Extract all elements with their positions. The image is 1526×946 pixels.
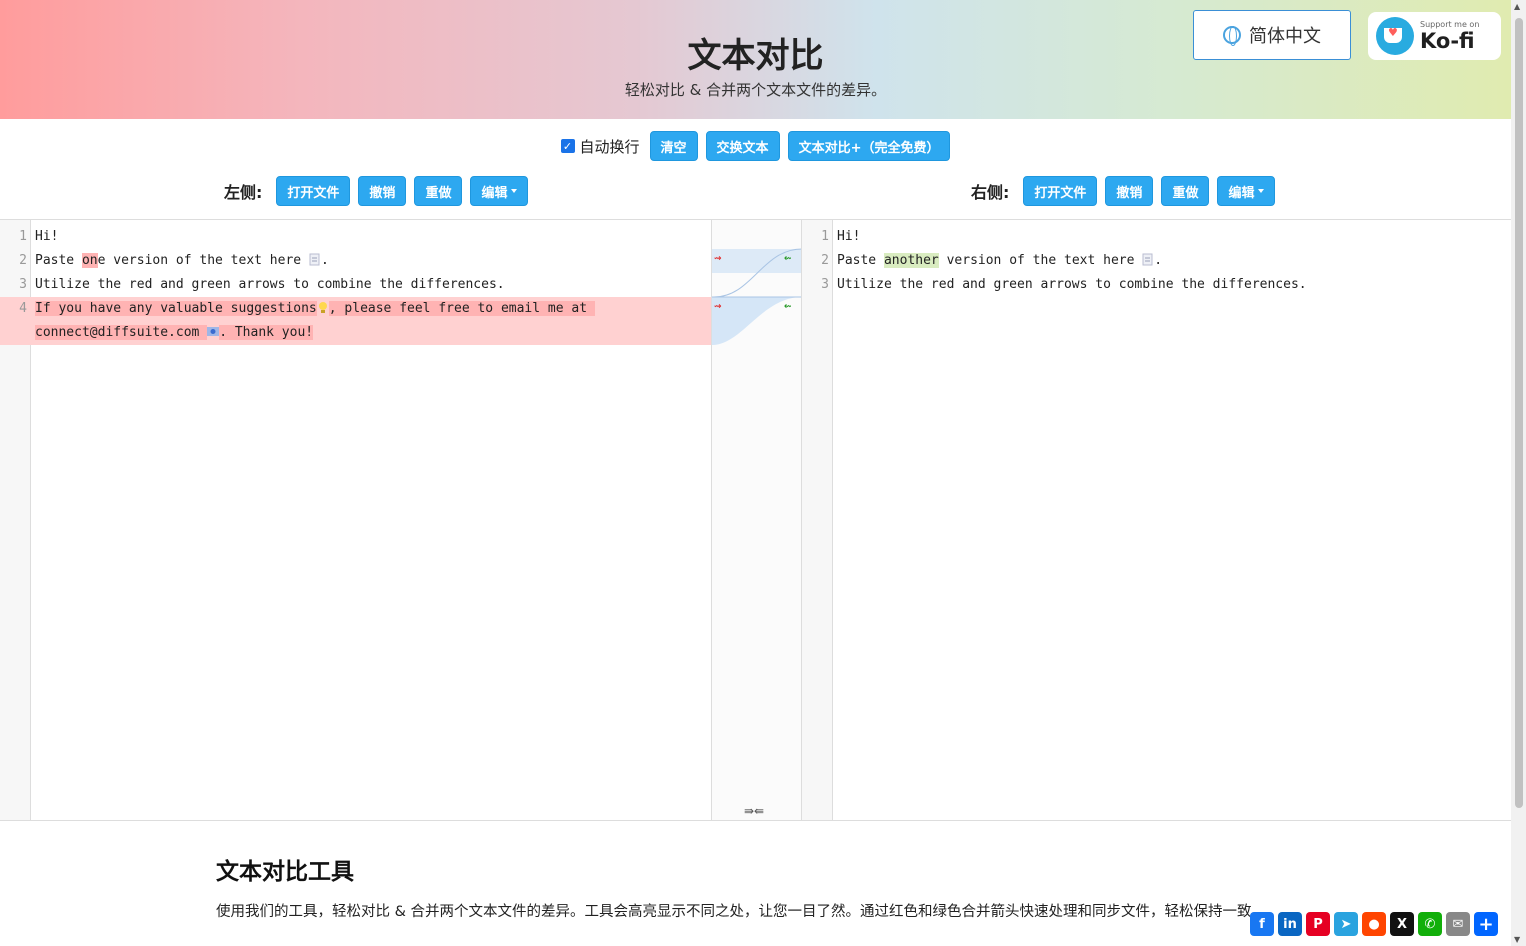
left-line-4[interactable]: 4 If you have any valuable suggestions , … bbox=[0, 297, 711, 345]
telegram-icon[interactable]: ➤ bbox=[1334, 912, 1358, 936]
diff-editors: 1 Hi! 2 Paste one version of the text he… bbox=[0, 219, 1511, 821]
main-toolbar: ✓ 自动换行 清空 交换文本 文本对比+（完全免费） bbox=[0, 131, 1511, 161]
language-button[interactable]: 简体中文 bbox=[1193, 10, 1351, 60]
diff-connector bbox=[712, 248, 802, 345]
merge-right-to-left-arrow-icon[interactable]: ⇜ bbox=[784, 302, 792, 312]
line-number: 2 bbox=[821, 253, 829, 268]
line-text: Hi! bbox=[35, 229, 59, 244]
language-label: 简体中文 bbox=[1249, 26, 1321, 47]
right-controls: 右侧: 打开文件 撤销 重做 编辑 bbox=[971, 176, 1276, 206]
added-chars: another bbox=[883, 253, 939, 268]
diff-plus-button[interactable]: 文本对比+（完全免费） bbox=[787, 131, 951, 161]
line-text: Utilize the red and green arrows to comb… bbox=[837, 277, 1307, 292]
word-wrap-toggle[interactable]: ✓ 自动换行 bbox=[560, 136, 640, 157]
line-text: Hi! bbox=[837, 229, 861, 244]
deleted-chars: on bbox=[81, 253, 98, 268]
right-editor[interactable]: 1 Hi! 2 Paste another version of the tex… bbox=[801, 220, 1511, 820]
document-emoji-icon bbox=[1142, 253, 1153, 266]
caret-down-icon bbox=[511, 189, 518, 193]
scrollbar-thumb[interactable] bbox=[1515, 18, 1523, 808]
word-wrap-label: 自动换行 bbox=[579, 137, 640, 156]
right-open-file-button[interactable]: 打开文件 bbox=[1023, 176, 1098, 206]
right-gutter bbox=[802, 220, 833, 820]
kofi-small-text: Support me on bbox=[1420, 19, 1480, 29]
globe-icon bbox=[1223, 26, 1241, 46]
line-number: 1 bbox=[19, 229, 27, 244]
reddit-icon[interactable]: ● bbox=[1362, 912, 1386, 936]
kofi-button[interactable]: Support me on Ko-fi bbox=[1368, 12, 1501, 60]
section-title: 文本对比工具 bbox=[216, 859, 354, 885]
linkedin-icon[interactable]: in bbox=[1278, 912, 1302, 936]
left-redo-button[interactable]: 重做 bbox=[414, 176, 463, 206]
share-bar: f in P ➤ ● X ✆ ✉ + bbox=[1250, 912, 1498, 936]
kofi-cup-icon bbox=[1376, 17, 1414, 55]
left-editor[interactable]: 1 Hi! 2 Paste one version of the text he… bbox=[0, 220, 711, 820]
merge-left-to-right-arrow-icon[interactable]: ⇝ bbox=[714, 302, 722, 312]
deleted-text: If you have any valuable suggestions bbox=[35, 301, 317, 316]
right-redo-button[interactable]: 重做 bbox=[1161, 176, 1210, 206]
right-undo-button[interactable]: 撤销 bbox=[1105, 176, 1154, 206]
swap-text-button[interactable]: 交换文本 bbox=[705, 131, 780, 161]
whatsapp-icon[interactable]: ✆ bbox=[1418, 912, 1442, 936]
left-edit-label: 编辑 bbox=[481, 185, 508, 201]
clear-button[interactable]: 清空 bbox=[649, 131, 698, 161]
page-subtitle: 轻松对比 & 合并两个文本文件的差异。 bbox=[624, 81, 887, 99]
right-side-label: 右侧: bbox=[971, 183, 1010, 202]
line-text: Paste bbox=[837, 253, 884, 268]
right-edit-label: 编辑 bbox=[1228, 185, 1255, 201]
line-text: Paste bbox=[35, 253, 82, 268]
line-number: 4 bbox=[19, 301, 27, 316]
x-icon[interactable]: X bbox=[1390, 912, 1414, 936]
deleted-email: connect@diffsuite.com bbox=[35, 325, 208, 340]
left-controls: 左侧: 打开文件 撤销 重做 编辑 bbox=[224, 176, 529, 206]
left-open-file-button[interactable]: 打开文件 bbox=[276, 176, 351, 206]
merge-left-to-right-arrow-icon[interactable]: ⇝ bbox=[714, 254, 722, 264]
line-number: 3 bbox=[19, 277, 27, 292]
facebook-icon[interactable]: f bbox=[1250, 912, 1274, 936]
left-edit-dropdown[interactable]: 编辑 bbox=[470, 176, 529, 206]
caret-down-icon bbox=[1258, 189, 1265, 193]
line-number: 1 bbox=[821, 229, 829, 244]
line-text: e version of the text here bbox=[97, 253, 309, 268]
scroll-up-icon[interactable]: ▲ bbox=[1514, 2, 1520, 11]
line-number: 3 bbox=[821, 277, 829, 292]
scroll-down-icon[interactable]: ▼ bbox=[1514, 935, 1520, 944]
deleted-text: . Thank you! bbox=[219, 325, 314, 340]
checkbox-checked-icon[interactable]: ✓ bbox=[560, 139, 575, 153]
pinterest-icon[interactable]: P bbox=[1306, 912, 1330, 936]
line-text: Utilize the red and green arrows to comb… bbox=[35, 277, 505, 292]
kofi-logo-text: Ko-fi bbox=[1420, 28, 1475, 53]
email-emoji-icon bbox=[207, 327, 220, 336]
merge-all-icon[interactable]: ⇛⇚ bbox=[744, 804, 764, 818]
deleted-text: , please feel free to email me at bbox=[328, 301, 595, 316]
section-description: 使用我们的工具，轻松对比 & 合并两个文本文件的差异。工具会高亮显示不同之处，让… bbox=[216, 904, 1267, 920]
line-number: 2 bbox=[19, 253, 27, 268]
left-undo-button[interactable]: 撤销 bbox=[358, 176, 407, 206]
line-text: version of the text here bbox=[938, 253, 1143, 268]
left-side-label: 左侧: bbox=[224, 183, 263, 202]
share-plus-icon[interactable]: + bbox=[1474, 912, 1498, 936]
merge-gutter: ⇝ ⇜ ⇝ ⇜ ⇛⇚ bbox=[711, 220, 802, 820]
page-scrollbar[interactable]: ▲ ▼ bbox=[1511, 0, 1526, 946]
email-icon[interactable]: ✉ bbox=[1446, 912, 1470, 936]
lightbulb-emoji-icon bbox=[318, 302, 327, 313]
right-edit-dropdown[interactable]: 编辑 bbox=[1217, 176, 1276, 206]
document-emoji-icon bbox=[309, 253, 320, 266]
merge-right-to-left-arrow-icon[interactable]: ⇜ bbox=[784, 254, 792, 264]
